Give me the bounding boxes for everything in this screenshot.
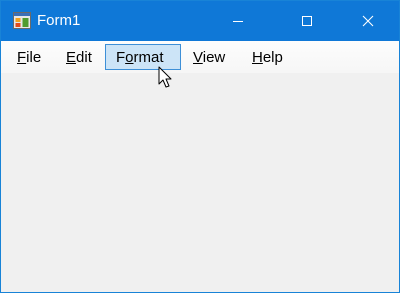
menu-file[interactable]: File xyxy=(6,44,52,70)
menu-help-accelerator: H xyxy=(252,49,263,66)
menu-file-accelerator: F xyxy=(17,49,27,66)
minimize-icon xyxy=(233,21,243,22)
menu-format-label: rmat xyxy=(133,49,164,66)
menu-format-accelerator: o xyxy=(125,49,134,66)
close-button[interactable] xyxy=(345,1,391,41)
close-icon xyxy=(362,15,374,27)
menu-help[interactable]: Help xyxy=(241,44,294,70)
menu-edit-label: dit xyxy=(76,49,92,66)
form-app-icon[interactable] xyxy=(13,12,31,29)
menu-file-label: ile xyxy=(26,49,42,66)
arrow-cursor-icon xyxy=(158,66,172,88)
menu-edit-accelerator: E xyxy=(66,49,77,66)
minimize-button[interactable] xyxy=(215,1,261,41)
menu-bar: File Edit Format View Help xyxy=(1,41,399,73)
menu-view-accelerator: V xyxy=(193,49,203,66)
menu-help-label: elp xyxy=(262,49,283,66)
window-title: Form1 xyxy=(37,12,81,29)
menu-view-label: iew xyxy=(202,49,226,66)
menu-format-label-start: F xyxy=(116,49,126,66)
title-bar[interactable]: Form1 xyxy=(1,1,399,41)
maximize-icon xyxy=(302,16,312,26)
menu-edit[interactable]: Edit xyxy=(55,44,103,70)
form1-window: Form1 File Edit Format View Help xyxy=(0,0,400,293)
maximize-button[interactable] xyxy=(284,1,330,41)
menu-view[interactable]: View xyxy=(182,44,236,70)
form-client-area[interactable] xyxy=(1,73,399,292)
